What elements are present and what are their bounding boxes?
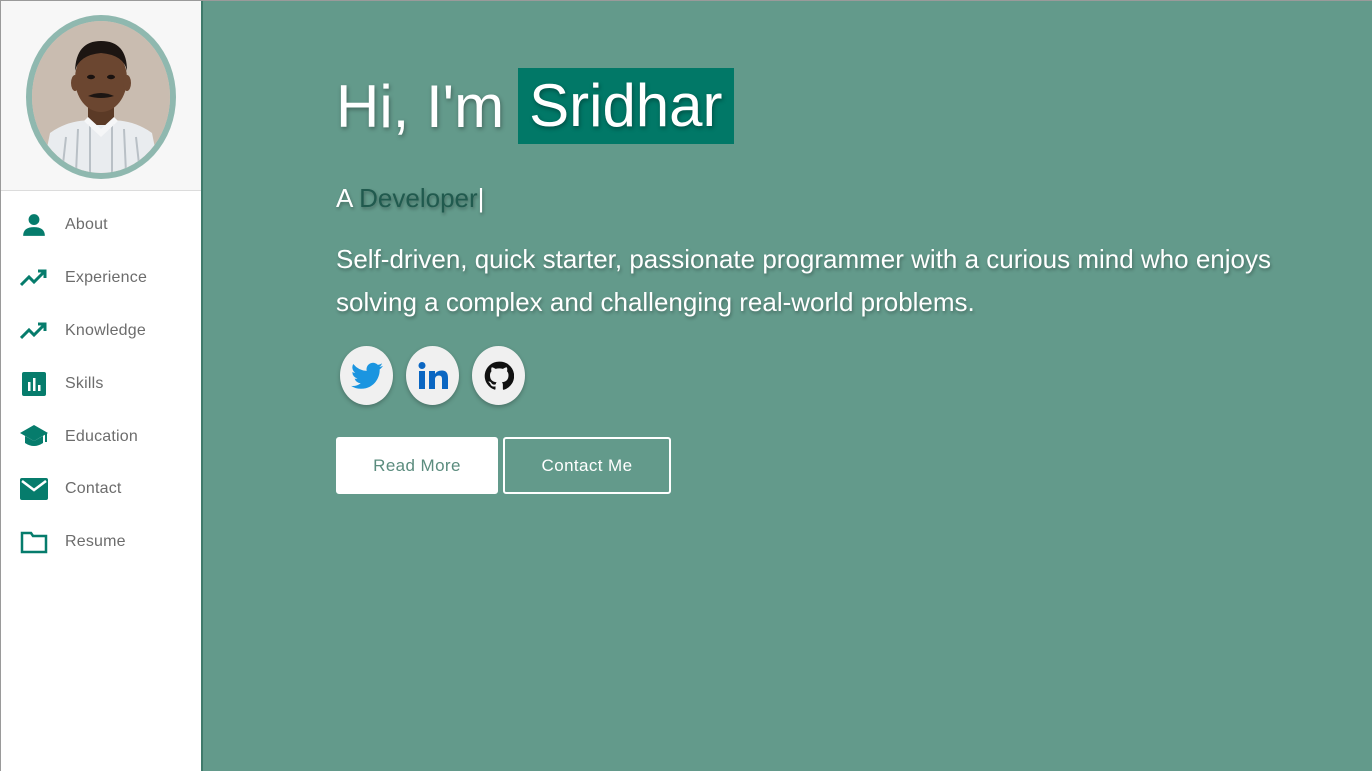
sidebar-item-experience[interactable]: Experience bbox=[1, 252, 201, 305]
profile-photo bbox=[32, 20, 170, 173]
role-prefix: A bbox=[336, 183, 352, 213]
github-icon bbox=[484, 361, 514, 390]
typing-caret: | bbox=[477, 183, 485, 213]
greeting-heading: Hi, I'm Sridhar bbox=[336, 67, 1276, 145]
hero-description: Self-driven, quick starter, passionate p… bbox=[336, 244, 1271, 317]
role-line: A Developer| bbox=[336, 183, 1276, 214]
cta-buttons: Read More Contact Me bbox=[336, 437, 1276, 494]
sidebar-item-skills[interactable]: Skills bbox=[1, 357, 201, 410]
trending-up-icon bbox=[19, 316, 49, 346]
twitter-link[interactable] bbox=[340, 346, 393, 405]
sidebar-item-about[interactable]: About bbox=[1, 199, 201, 252]
profile-header bbox=[1, 1, 201, 191]
linkedin-link[interactable] bbox=[406, 346, 459, 405]
graduation-cap-icon bbox=[19, 422, 49, 452]
sidebar: About Experience Knowledge Skills Educat… bbox=[1, 1, 201, 771]
contact-me-button[interactable]: Contact Me bbox=[503, 437, 671, 494]
sidebar-item-education[interactable]: Education bbox=[1, 410, 201, 463]
sidebar-item-label: Contact bbox=[65, 480, 122, 498]
trending-up-icon bbox=[19, 263, 49, 293]
linkedin-icon bbox=[418, 361, 448, 389]
name-highlight: Sridhar bbox=[518, 68, 734, 144]
sidebar-item-label: Experience bbox=[65, 269, 148, 287]
mail-icon bbox=[19, 474, 49, 504]
greeting-prefix: Hi, I'm bbox=[336, 72, 505, 140]
github-link[interactable] bbox=[472, 346, 525, 405]
avatar bbox=[26, 14, 176, 179]
twitter-icon bbox=[350, 362, 383, 389]
sidebar-nav: About Experience Knowledge Skills Educat… bbox=[1, 191, 201, 569]
sidebar-item-contact[interactable]: Contact bbox=[1, 463, 201, 516]
sidebar-item-label: Skills bbox=[65, 374, 104, 392]
sidebar-item-label: About bbox=[65, 216, 108, 234]
hero-section: Hi, I'm Sridhar A Developer| Self-driven… bbox=[201, 1, 1372, 771]
person-icon bbox=[19, 210, 49, 240]
sidebar-item-label: Knowledge bbox=[65, 321, 146, 339]
role-typed-text: Developer bbox=[359, 183, 478, 213]
hero-content: Hi, I'm Sridhar A Developer| Self-driven… bbox=[336, 67, 1276, 494]
read-more-button[interactable]: Read More bbox=[336, 437, 498, 494]
folder-icon bbox=[19, 527, 49, 557]
sidebar-item-knowledge[interactable]: Knowledge bbox=[1, 305, 201, 358]
bar-chart-icon bbox=[19, 369, 49, 399]
sidebar-item-label: Education bbox=[65, 427, 138, 445]
social-links bbox=[336, 346, 1276, 405]
sidebar-item-label: Resume bbox=[65, 533, 126, 551]
sidebar-item-resume[interactable]: Resume bbox=[1, 516, 201, 569]
